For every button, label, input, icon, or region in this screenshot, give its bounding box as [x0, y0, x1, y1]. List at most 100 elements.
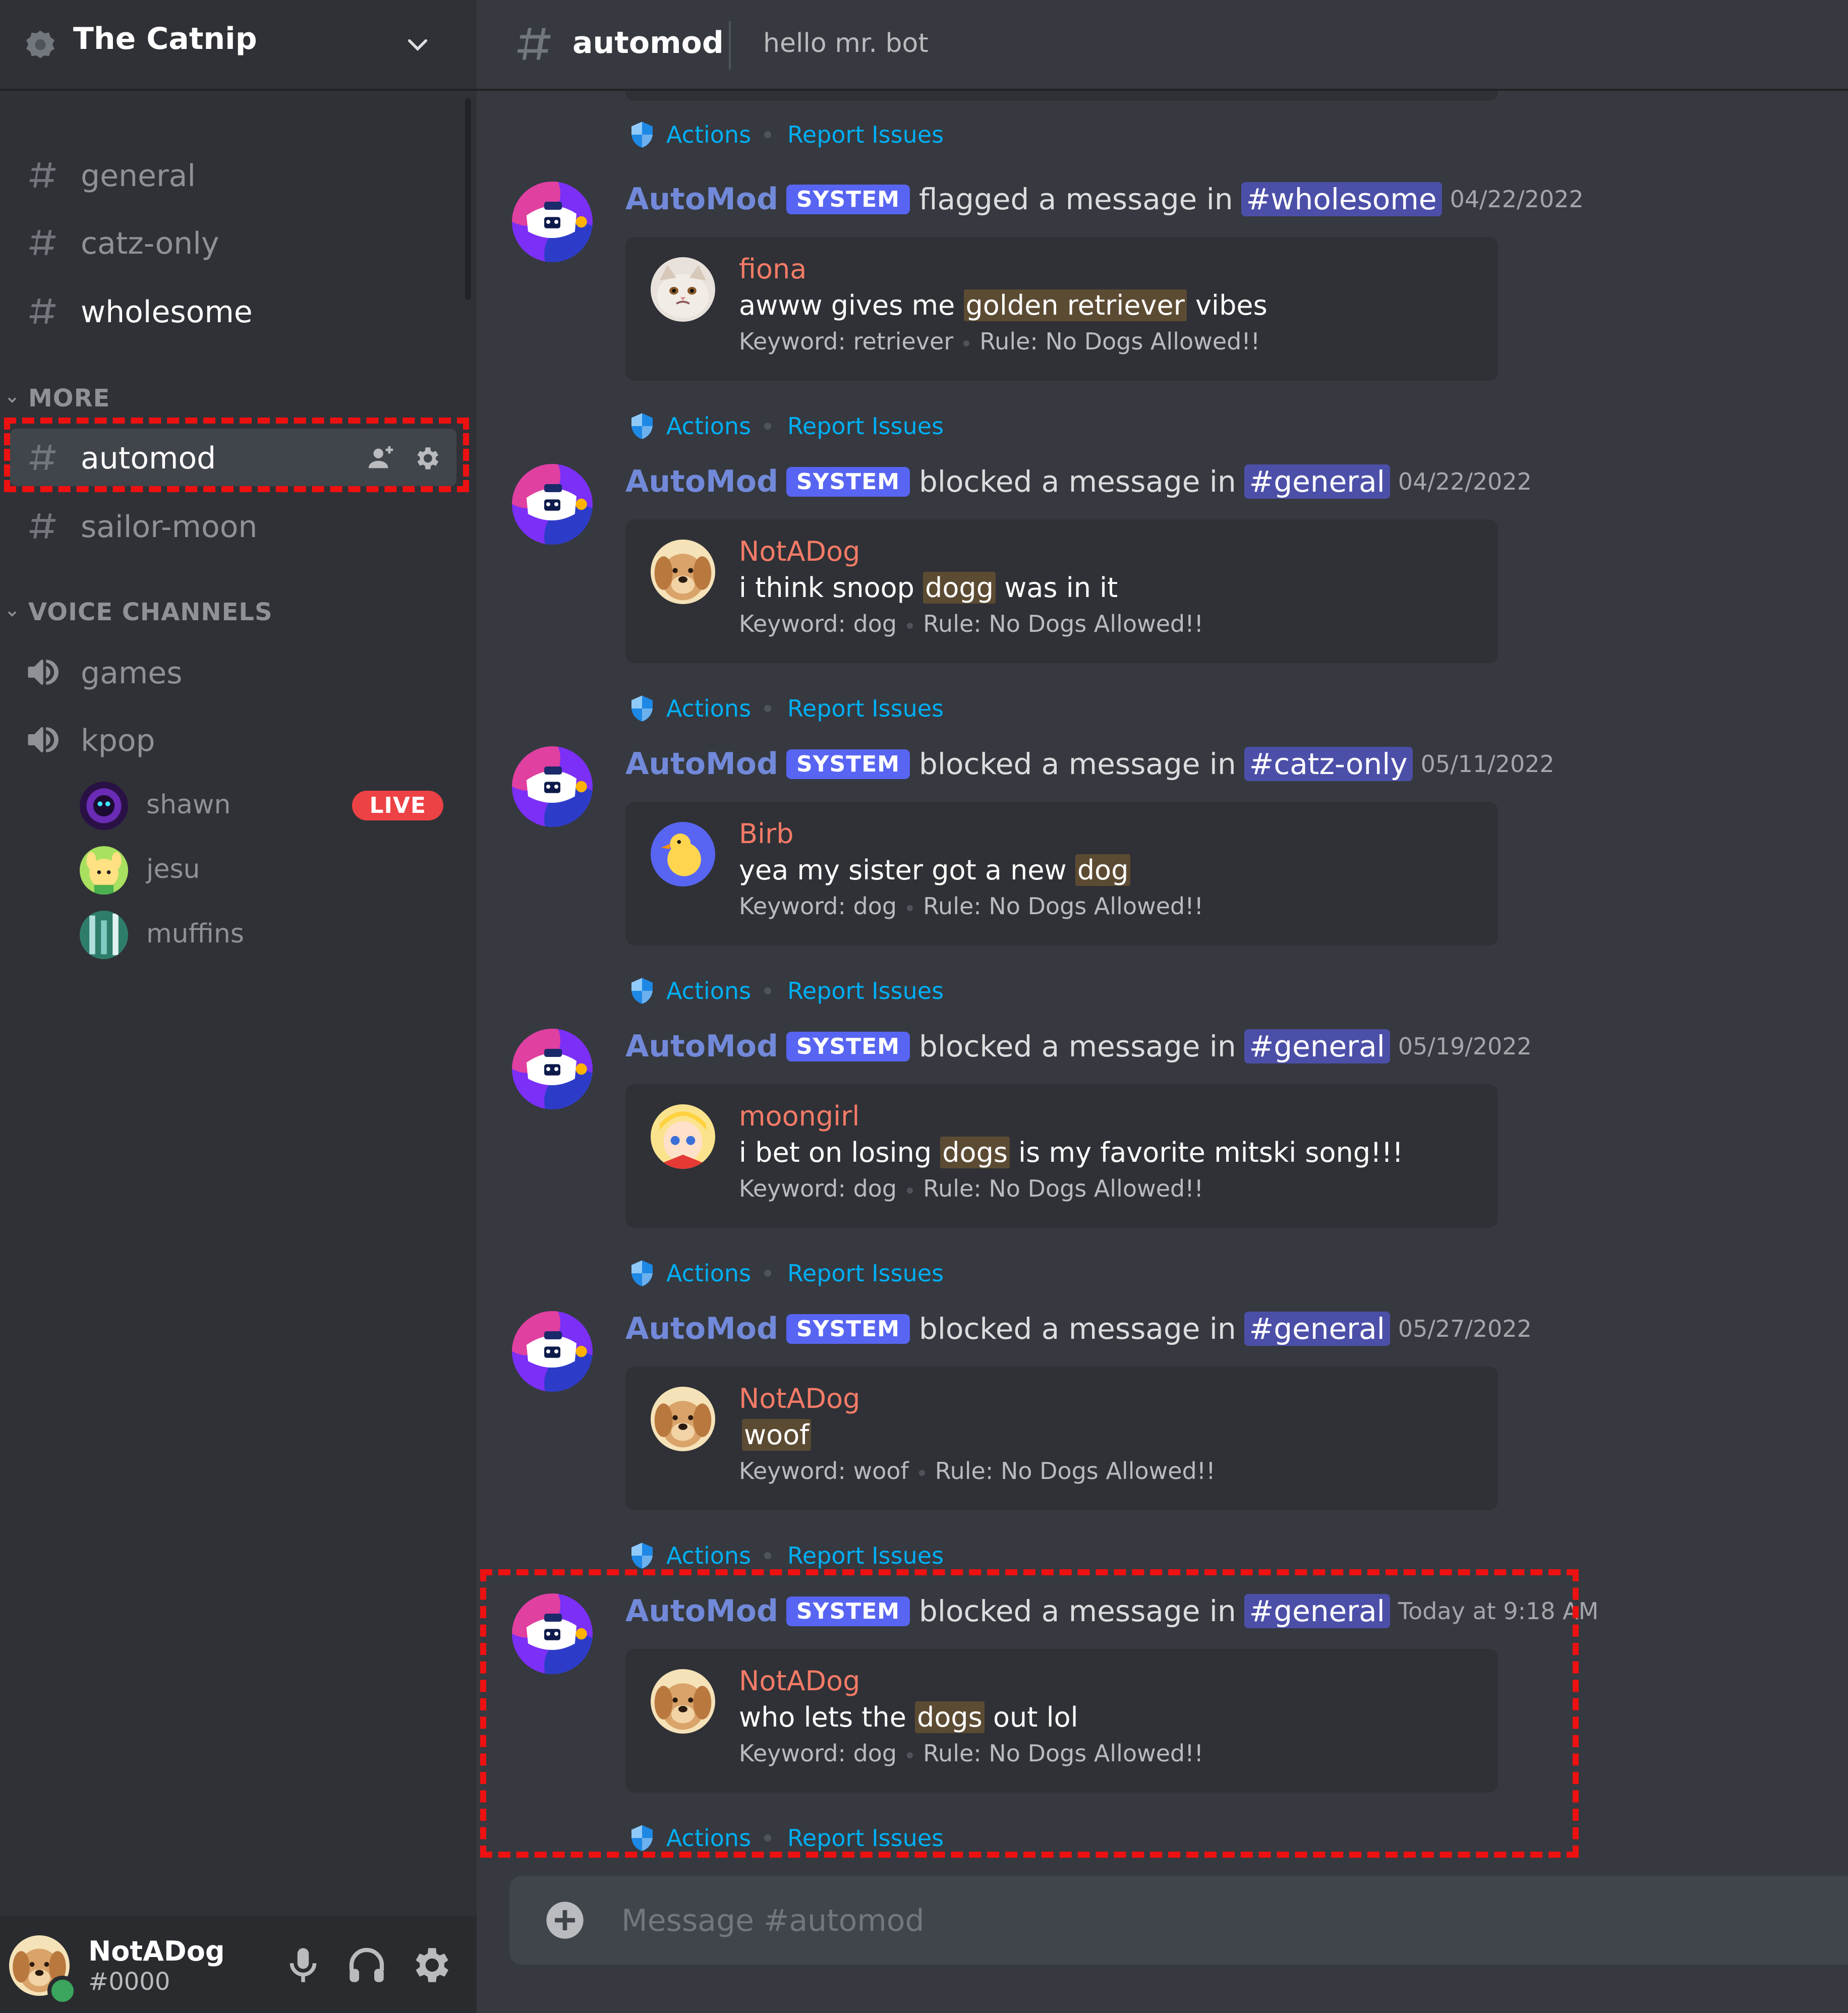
separator-dot: [764, 423, 771, 430]
discord-app: The Catnip general catz-only wholesome M…: [0, 0, 1848, 2013]
bot-author-name[interactable]: AutoMod: [625, 1593, 778, 1629]
sidebar-scrollbar[interactable]: [465, 98, 471, 300]
flagged-message-embed: fiona awww gives me golden retriever vibe…: [625, 237, 1498, 381]
sidebar-channel-wholesome[interactable]: wholesome: [10, 282, 456, 340]
message-author[interactable]: fiona: [739, 253, 806, 285]
action-text: blocked a message in: [919, 1312, 1236, 1346]
microphone-icon[interactable]: [280, 1942, 326, 1988]
keyword-label: Keyword: dog: [739, 1175, 897, 1202]
system-badge: SYSTEM: [786, 749, 910, 779]
avatar[interactable]: [651, 1669, 715, 1734]
channel-mention[interactable]: #catz-only: [1244, 747, 1413, 781]
embed: [625, 91, 1498, 101]
avatar[interactable]: [512, 182, 593, 262]
report-issues-link[interactable]: Report Issues: [787, 412, 944, 440]
avatar[interactable]: [651, 540, 715, 604]
sidebar-voice-kpop[interactable]: kpop: [10, 711, 456, 768]
rule-meta: Keyword: dog Rule: No Dogs Allowed!!: [739, 1175, 1203, 1202]
timestamp: 05/19/2022: [1398, 1033, 1532, 1060]
message-author[interactable]: NotADog: [739, 1665, 860, 1697]
avatar[interactable]: [651, 1104, 715, 1169]
actions-link[interactable]: Actions: [666, 1542, 751, 1569]
chevron-down-icon[interactable]: [403, 31, 432, 60]
content-text: was in it: [995, 572, 1118, 604]
avatar[interactable]: [651, 257, 715, 322]
avatar[interactable]: [512, 746, 593, 827]
hash-icon: [512, 23, 554, 65]
avatar[interactable]: [512, 1311, 593, 1392]
message-list[interactable]: Actions Report Issues AutoMod SYSTEM flagg…: [477, 91, 1848, 1866]
report-issues-link[interactable]: Report Issues: [787, 695, 944, 722]
separator-dot: [764, 1552, 771, 1559]
avatar[interactable]: [651, 822, 715, 886]
channel-topic[interactable]: hello mr. bot: [763, 28, 929, 58]
keyword-highlight: woof: [742, 1419, 812, 1451]
message-input[interactable]: Message #automod: [621, 1903, 925, 1938]
report-issues-link[interactable]: Report Issues: [787, 1542, 944, 1569]
automod-message: AutoMod SYSTEM blocked a message in #genera…: [477, 1029, 1848, 1311]
message-author[interactable]: moongirl: [739, 1100, 859, 1132]
category-more[interactable]: MORE: [5, 384, 110, 412]
channel-mention[interactable]: #general: [1244, 1594, 1390, 1628]
sidebar-channel-catz-only[interactable]: catz-only: [10, 214, 456, 271]
channel-mention[interactable]: #general: [1244, 464, 1390, 499]
voice-user-shawn[interactable]: shawn LIVE: [76, 776, 451, 831]
channel-mention[interactable]: #general: [1244, 1029, 1390, 1063]
actions-link[interactable]: Actions: [666, 977, 751, 1004]
chevron-down-icon: [8, 397, 17, 403]
bot-author-name[interactable]: AutoMod: [625, 1029, 778, 1064]
sidebar-channel-general[interactable]: general: [10, 146, 456, 204]
rule-meta: Keyword: retriever Rule: No Dogs Allowed!…: [739, 328, 1260, 355]
user-panel: NotADog #0000: [0, 1916, 477, 2013]
headphones-icon[interactable]: [344, 1942, 389, 1988]
gear-icon[interactable]: [408, 1942, 453, 1988]
bot-author-name[interactable]: AutoMod: [625, 182, 778, 217]
actions-link[interactable]: Actions: [666, 695, 751, 722]
voice-user-jesu[interactable]: jesu: [76, 840, 451, 896]
action-text: flagged a message in: [919, 182, 1233, 216]
channel-mention[interactable]: #wholesome: [1241, 182, 1442, 216]
actions-link[interactable]: Actions: [666, 412, 751, 440]
report-issues-link[interactable]: Report Issues: [787, 1260, 944, 1287]
avatar[interactable]: [512, 1029, 593, 1109]
add-attachment-icon[interactable]: [545, 1900, 585, 1940]
channel-mention[interactable]: #general: [1244, 1312, 1390, 1346]
actions-link[interactable]: Actions: [666, 121, 751, 148]
invite-member-icon[interactable]: [366, 444, 395, 473]
sidebar-voice-games[interactable]: games: [10, 643, 456, 701]
timestamp: 04/22/2022: [1450, 186, 1584, 213]
message-content: i think snoop dogg was in it: [739, 572, 1118, 604]
system-badge: SYSTEM: [786, 1314, 910, 1344]
avatar[interactable]: [651, 1387, 715, 1451]
rule-label: Rule: No Dogs Allowed!!: [923, 1740, 1204, 1767]
message-author[interactable]: Birb: [739, 818, 794, 850]
bot-author-name[interactable]: AutoMod: [625, 1311, 778, 1346]
content-text: i think snoop: [739, 572, 923, 604]
avatar: [80, 911, 128, 959]
keyword-highlight: dog: [1075, 854, 1131, 886]
server-name: The Catnip: [73, 21, 257, 56]
actions-link[interactable]: Actions: [666, 1824, 751, 1852]
category-voice[interactable]: VOICE CHANNELS: [5, 598, 273, 626]
sidebar-channel-automod[interactable]: automod: [10, 429, 456, 486]
message-author[interactable]: NotADog: [739, 536, 860, 567]
message-author[interactable]: NotADog: [739, 1383, 860, 1414]
avatar[interactable]: [512, 464, 593, 545]
message-composer[interactable]: Message #automod: [509, 1876, 1848, 1965]
keyword-highlight: dogs: [915, 1701, 985, 1733]
actions-link[interactable]: Actions: [666, 1260, 751, 1287]
avatar[interactable]: [512, 1593, 593, 1674]
flagged-message-embed: NotADog woof Keyword: woof Rule: No Dogs Al…: [625, 1367, 1498, 1510]
server-header[interactable]: The Catnip: [0, 0, 477, 91]
gear-icon[interactable]: [412, 444, 441, 473]
report-issues-link[interactable]: Report Issues: [787, 121, 944, 148]
timestamp: Today at 9:18 AM: [1398, 1597, 1599, 1625]
sidebar-channel-sailor-moon[interactable]: sailor-moon: [10, 497, 456, 555]
report-issues-link[interactable]: Report Issues: [787, 1824, 944, 1852]
voice-user-muffins[interactable]: muffins: [76, 905, 451, 960]
report-issues-link[interactable]: Report Issues: [787, 977, 944, 1004]
bot-author-name[interactable]: AutoMod: [625, 746, 778, 782]
bot-author-name[interactable]: AutoMod: [625, 464, 778, 499]
server-badge-icon: [26, 30, 54, 58]
avatar: [80, 846, 128, 895]
